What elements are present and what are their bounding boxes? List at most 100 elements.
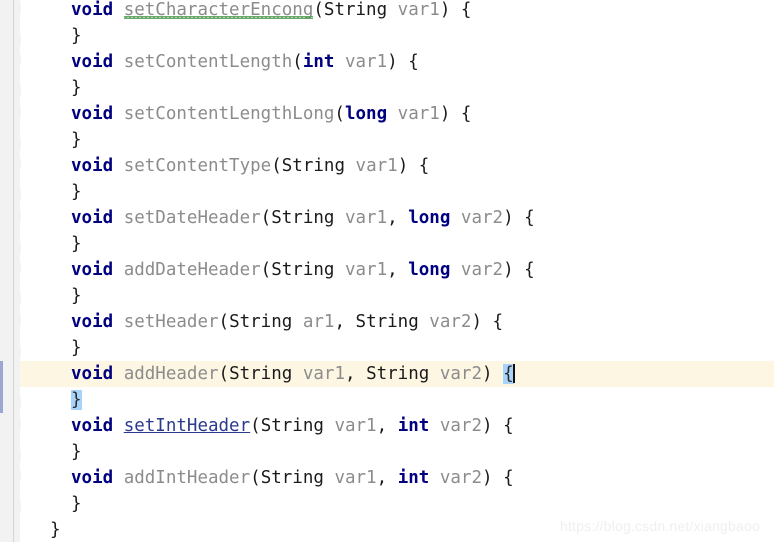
code-token: , [376,468,398,488]
java-keyword: int [397,468,430,488]
code-token: addHeader [123,364,219,384]
code-token: ) { [387,52,419,72]
java-keyword: void [71,156,114,176]
code-line[interactable]: } [20,231,774,257]
code-line[interactable]: void setDateHeader(String var1, long var… [20,205,774,231]
code-token: addDateHeader [123,260,261,280]
code-line[interactable]: void setHeader(String ar1, String var2) … [20,309,774,335]
code-line[interactable]: void setContentLength(int var1) { [20,49,774,75]
code-line[interactable]: void setContentLengthLong(long var1) { [20,101,774,127]
matching-brace-highlight: } [71,390,82,410]
code-line[interactable]: void addIntHeader(String var1, int var2)… [20,465,774,491]
code-line[interactable]: } [20,335,774,361]
java-keyword: long [408,208,451,228]
code-token: ( [334,104,345,124]
code-token: var1 [355,156,398,176]
code-line[interactable]: } [20,439,774,465]
code-line-text: void addDateHeader(String var1, long var… [71,257,535,283]
code-token: ) { [503,208,535,228]
code-line[interactable]: } [20,75,774,101]
code-token: String [281,156,345,176]
java-keyword: long [344,104,388,124]
code-token: , [376,416,398,436]
code-line-text: } [71,179,82,205]
code-token: ) { [397,156,430,176]
method-hyperlink[interactable]: setIntHeader [124,416,250,436]
code-token: } [71,130,82,150]
code-line[interactable]: } [20,179,774,205]
code-token: , [387,208,409,228]
java-keyword: void [71,468,114,488]
code-token: var1 [302,364,345,384]
spellcheck-typo: setCharacterEncong [123,0,314,20]
code-line[interactable]: } [20,127,774,153]
code-token: ) { [482,416,514,436]
code-token: var1 [344,52,388,72]
code-token: String [271,208,335,228]
code-token: String [260,468,324,488]
code-token: String [366,364,430,384]
java-keyword: void [71,208,114,228]
code-token: var2 [439,364,482,384]
watermark-text: https://blog.csdn.net/xiangbaoo [559,518,760,534]
code-token: var2 [439,416,482,436]
code-line[interactable]: void setContentType(String var1) { [20,153,774,179]
code-line-text: } [71,387,82,413]
code-token: ) { [471,312,504,332]
code-line[interactable]: void setCharacterEncong(String var1) { [20,0,774,23]
code-line[interactable]: } [20,23,774,49]
code-line[interactable]: void setIntHeader(String var1, int var2)… [20,413,774,439]
java-keyword: int [397,416,430,436]
code-line-text: void setDateHeader(String var1, long var… [71,205,535,231]
code-token: ( [292,52,303,72]
code-token: ) { [439,0,472,20]
code-content[interactable]: void setCharacterEncong(String var1) {} v… [20,0,774,542]
code-token: var1 [397,0,440,20]
code-line[interactable]: } [20,387,774,413]
code-line-text: void setContentLengthLong(long var1) { [71,101,471,127]
code-token: String [271,260,335,280]
code-token: String [229,364,293,384]
java-keyword: int [302,52,335,72]
code-line[interactable]: } [20,283,774,309]
java-keyword: void [71,416,114,436]
code-token: ) { [482,468,514,488]
code-line[interactable]: void addDateHeader(String var1, long var… [20,257,774,283]
code-token: } [71,338,82,358]
code-line[interactable]: } [20,491,774,517]
code-line-text: } [71,283,82,309]
code-line-text: } [71,491,82,517]
code-token: var1 [334,468,377,488]
code-token: ( [260,260,272,280]
code-token: } [71,234,82,254]
code-token: var2 [460,208,504,228]
code-token: ( [271,156,282,176]
code-token: String [260,416,324,436]
code-token: ) [482,364,504,384]
code-line-text: } [71,127,82,153]
code-editor[interactable]: void setCharacterEncong(String var1) {} v… [0,0,774,542]
code-line-text: } [71,75,82,101]
code-token: ) { [439,104,472,124]
code-line[interactable]: void addHeader(String var1, String var2)… [20,361,774,387]
code-token: var1 [397,104,440,124]
editor-gutter[interactable] [0,0,20,542]
vcs-change-marker[interactable] [0,361,3,413]
code-token: var2 [429,312,472,332]
